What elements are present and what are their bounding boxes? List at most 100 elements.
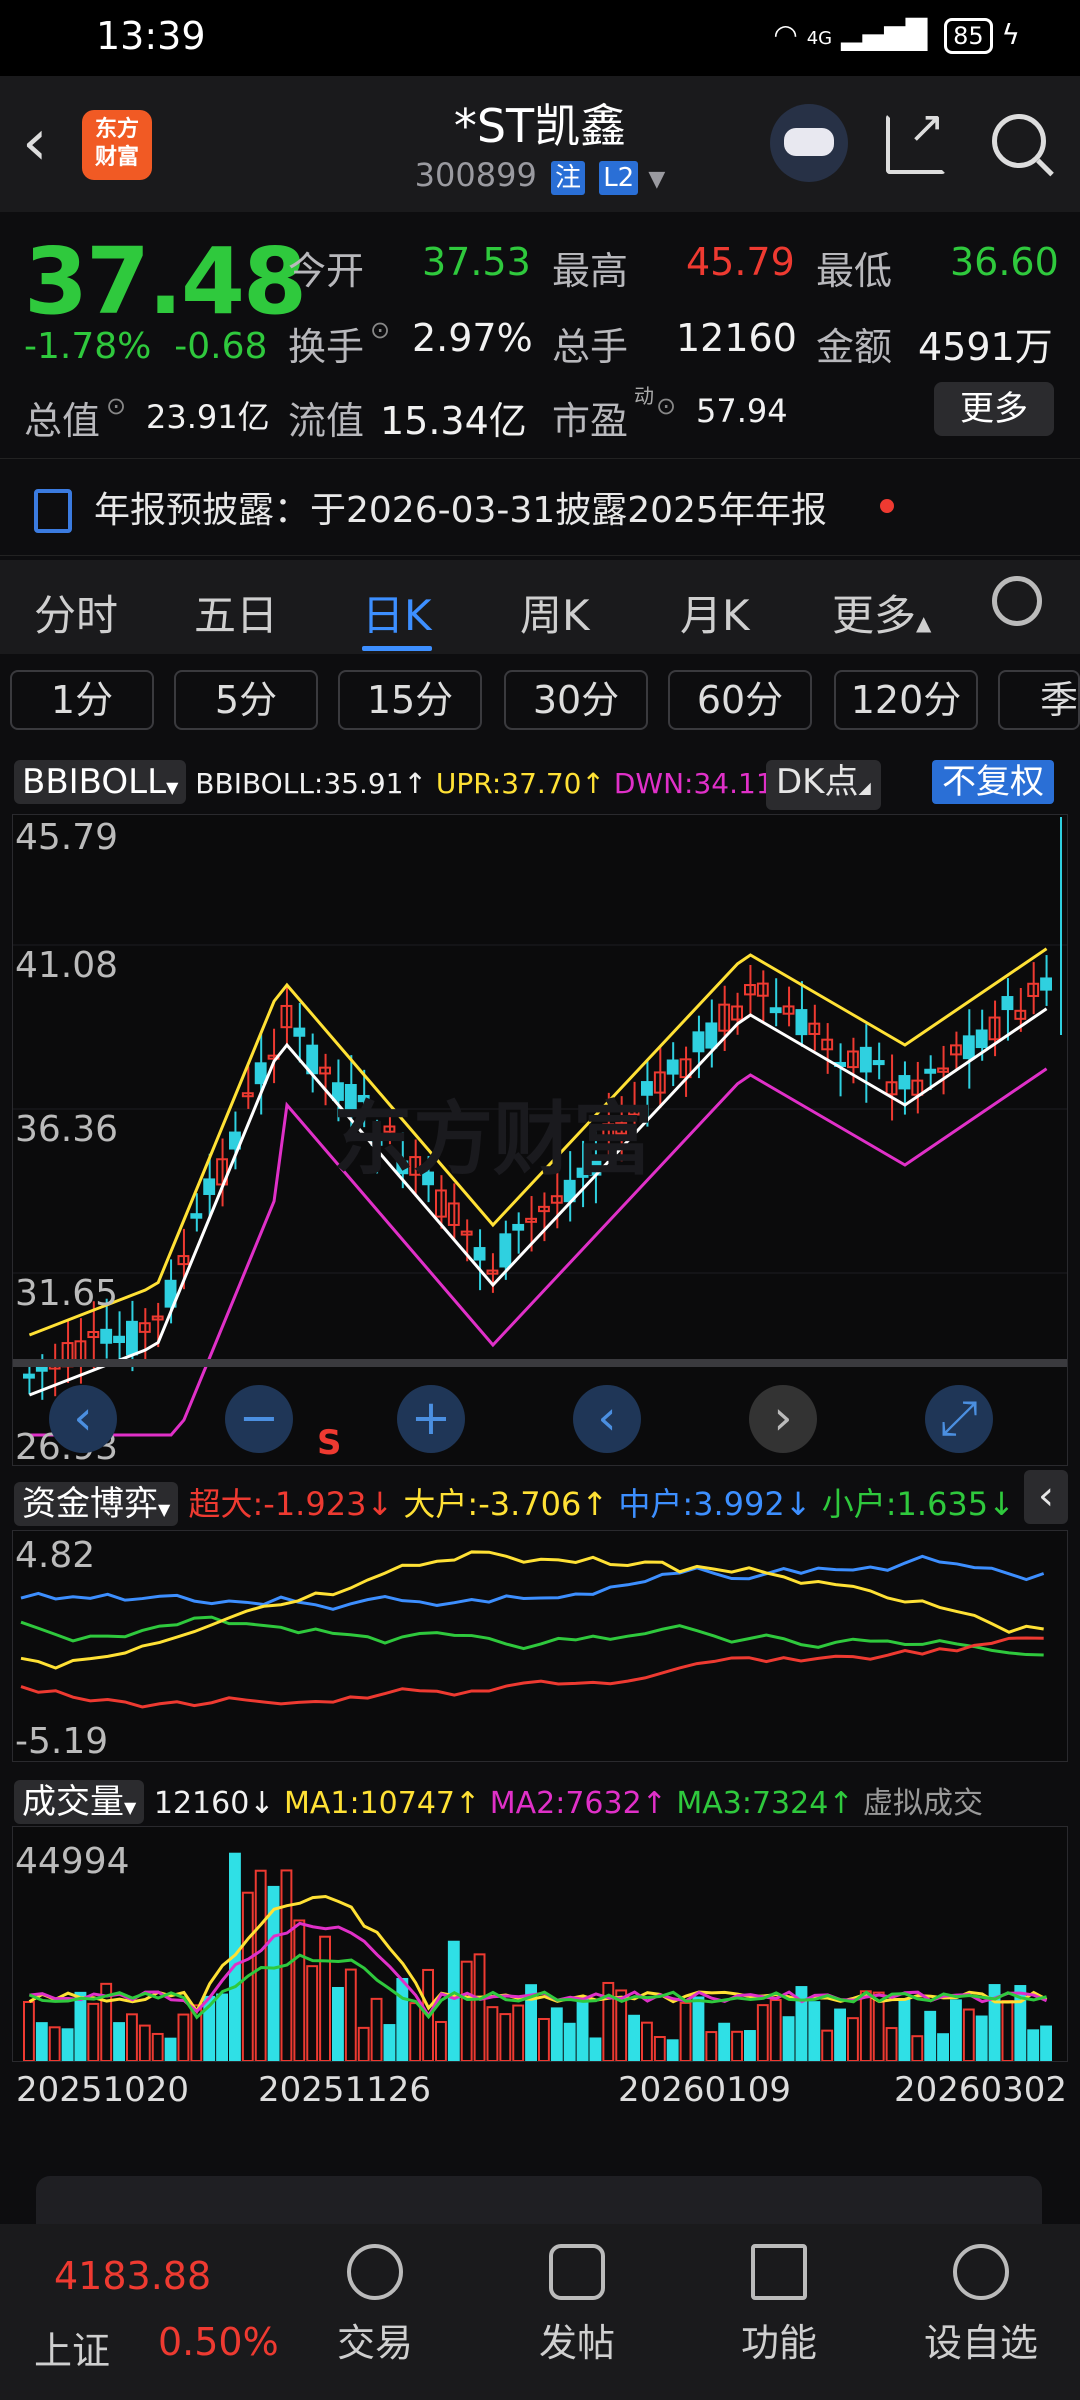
volume-bar (177, 2013, 190, 2061)
volume-bar (641, 2021, 653, 2061)
volume-bar (396, 1977, 409, 2061)
announcement-text: 年报预披露：于2026-03-31披露2025年年报 (94, 490, 827, 531)
candle-body (769, 1007, 782, 1014)
volume-bar (435, 2020, 447, 2061)
fund-axis-top: 4.82 (15, 1535, 96, 1576)
period-quarter[interactable]: 季 (998, 670, 1080, 730)
volume-chart[interactable]: 44994 (12, 1826, 1068, 2062)
period-1min[interactable]: 1分 (10, 670, 154, 730)
info-icon[interactable]: ⊙ (106, 392, 126, 420)
zoom-in-icon[interactable]: + (397, 1385, 465, 1453)
volume-bar (859, 1990, 872, 2061)
search-icon[interactable] (992, 114, 1046, 168)
candle-body (512, 1223, 525, 1231)
period-5min[interactable]: 5分 (174, 670, 318, 730)
volume-indicator-select[interactable]: 成交量▼ (14, 1780, 145, 1824)
tab-daily-k[interactable]: 日K (362, 582, 432, 651)
collapse-icon[interactable]: ‹ (1024, 1470, 1068, 1524)
info-icon[interactable]: ⊙ (370, 316, 390, 344)
volume-bar (731, 2030, 743, 2061)
ai-assistant-icon[interactable] (770, 104, 848, 182)
pe-value: 57.94 (696, 392, 788, 430)
volume-bar (126, 2013, 138, 2061)
tab-weekly-k[interactable]: 周K (520, 582, 590, 643)
gear-icon[interactable] (992, 576, 1042, 626)
announcement-bar[interactable]: 年报预披露：于2026-03-31披露2025年年报 (0, 458, 1080, 556)
nav-watchlist[interactable]: 设自选 (906, 2244, 1056, 2367)
period-15min[interactable]: 15分 (338, 670, 482, 730)
zoom-out-icon[interactable]: − (225, 1385, 293, 1453)
trade-icon (347, 2244, 403, 2300)
tab-intraday[interactable]: 分时 (34, 582, 118, 643)
info-icon[interactable]: ⊙ (656, 392, 676, 420)
axis-label: 31.65 (15, 1273, 119, 1314)
amount-value: 4591万 (918, 325, 1053, 369)
fund-axis-bottom: -5.19 (15, 1721, 109, 1762)
status-time: 13:39 (96, 14, 206, 58)
tab-more[interactable]: 更多▲ (832, 582, 931, 643)
scroll-start-icon[interactable]: ‹ (49, 1385, 117, 1453)
candle-body (705, 1022, 718, 1049)
nav-post[interactable]: 发帖 (502, 2244, 652, 2367)
float-label: 流值 (288, 399, 365, 443)
date-label: 20260302 (894, 2070, 1068, 2110)
high-value: 45.79 (686, 240, 795, 284)
index-value[interactable]: 4183.88 (54, 2254, 211, 2298)
axis-label: 41.08 (15, 945, 119, 986)
volume-bar (1001, 2000, 1014, 2061)
volume-bar (924, 2010, 937, 2061)
volume-bar (885, 2027, 898, 2061)
candle-body (924, 1068, 937, 1074)
nav-functions[interactable]: 功能 (704, 2244, 854, 2367)
scroll-left-icon[interactable]: ‹ (573, 1385, 641, 1453)
adjust-button[interactable]: 不复权 (932, 760, 1054, 804)
battery-icon: 85 (944, 18, 993, 54)
volume-bar (499, 2013, 512, 2061)
period-60min[interactable]: 60分 (668, 670, 812, 730)
index-name[interactable]: 上证 (34, 2320, 110, 2375)
scroll-right-icon[interactable]: › (749, 1385, 817, 1453)
period-selector: 1分 5分 15分 30分 60分 120分 季 (0, 664, 1080, 748)
main-indicator-row: BBIBOLL▼ BBIBOLL:35.91↑ UPR:37.70↑ DWN:3… (14, 760, 1080, 806)
fund-indicator-select[interactable]: 资金博弈▼ (14, 1482, 179, 1526)
level2-tag: L2 (599, 161, 639, 195)
super-large-line (20, 1636, 1044, 1709)
index-percent[interactable]: 0.50% (158, 2320, 279, 2364)
ma1-value: MA1:10747↑ (283, 1786, 481, 1821)
period-30min[interactable]: 30分 (504, 670, 648, 730)
volume-bar (847, 2017, 859, 2061)
fund-chart[interactable]: 4.82 -5.19 (12, 1530, 1068, 1762)
volume-bar (74, 1991, 87, 2061)
small-text: 小户:1.635 (821, 1485, 989, 1523)
volume-indicator-label: 成交量 (22, 1782, 124, 1822)
indicator-select[interactable]: BBIBOLL▼ (14, 760, 187, 804)
nav-functions-label: 功能 (740, 2321, 817, 2365)
price-change: -1.78% -0.68 (24, 326, 267, 367)
volume-bar (692, 1996, 705, 2061)
volume-bar (628, 2014, 640, 2061)
volume-bar (589, 2037, 602, 2061)
nav-trade[interactable]: 交易 (300, 2244, 450, 2367)
candle-body (254, 1062, 267, 1085)
more-button[interactable]: 更多 (934, 382, 1054, 436)
quote-panel: 37.48 -1.78% -0.68 今开 37.53 最高 45.79 最低 … (0, 212, 1080, 448)
volume-bar (306, 1965, 319, 2061)
dk-point-toggle[interactable]: DK点◢ (766, 760, 881, 810)
volume-bar (769, 1999, 782, 2061)
unread-dot (880, 499, 894, 513)
volume-bar (898, 1998, 911, 2061)
dropdown-icon[interactable]: ▼ (648, 167, 665, 192)
tab-five-day[interactable]: 五日 (194, 582, 278, 643)
volume-text: 12160 (153, 1786, 250, 1821)
mktcap-value: 23.91亿 (146, 398, 270, 436)
middle-band-line (28, 1007, 1048, 1397)
fullscreen-icon[interactable]: ⤢ (925, 1385, 993, 1453)
volume-value: 12160 (676, 316, 797, 360)
kline-chart[interactable]: 东方财富 45.79 41.08 36.36 31.65 26.93 S ‹ −… (12, 814, 1068, 1468)
volume-bar (975, 2015, 988, 2061)
period-120min[interactable]: 120分 (834, 670, 978, 730)
tab-monthly-k[interactable]: 月K (680, 582, 750, 643)
volume-bar (744, 2030, 756, 2061)
volume-bar (370, 1997, 383, 2061)
volume-bar (950, 1999, 962, 2061)
